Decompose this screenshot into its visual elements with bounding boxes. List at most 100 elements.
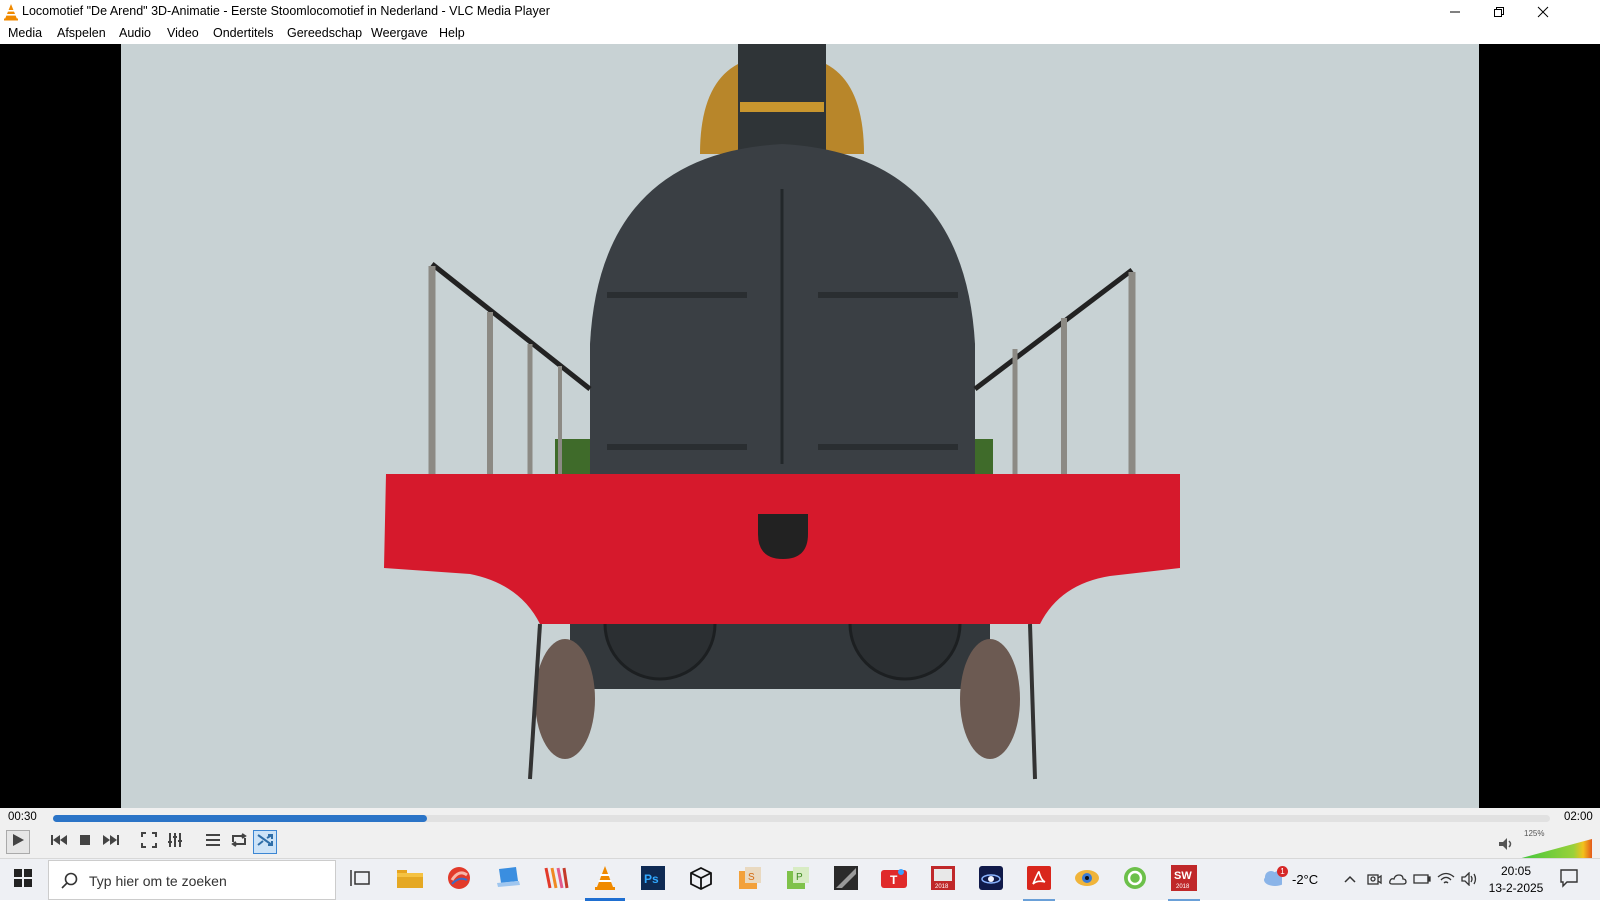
menu-audio[interactable]: Audio: [119, 26, 151, 40]
next-icon: [102, 833, 120, 851]
stop-button[interactable]: [73, 830, 97, 854]
eye-icon: [1074, 868, 1100, 893]
search-icon: [61, 872, 79, 895]
close-button[interactable]: [1520, 0, 1566, 24]
laptop-blue-icon: [496, 866, 520, 894]
menu-video[interactable]: Video: [167, 26, 199, 40]
clock-date: 13-2-2025: [1488, 881, 1544, 895]
playlist-icon: [205, 833, 221, 852]
svg-text:P: P: [796, 872, 803, 883]
taskbar-acrobat[interactable]: [1017, 863, 1061, 901]
menu-media[interactable]: Media: [8, 26, 42, 40]
taskbar-vlc[interactable]: [583, 863, 627, 901]
taskbar-search[interactable]: Typ hier om te zoeken: [48, 860, 336, 900]
svg-text:T: T: [890, 873, 898, 887]
menu-bar: Media Afspelen Audio Video Ondertitels G…: [0, 24, 1600, 44]
extended-settings-button[interactable]: [163, 830, 187, 854]
taskbar-app-colorful[interactable]: [534, 863, 578, 897]
taskbar-app-green[interactable]: P: [776, 863, 820, 897]
playback-controls: 125%: [0, 828, 1600, 859]
task-view-icon: [350, 869, 370, 892]
loop-button[interactable]: [227, 830, 251, 854]
mute-button[interactable]: [1494, 834, 1518, 858]
title-bar: Locomotief "De Arend" 3D-Animatie - Eers…: [0, 0, 1600, 24]
play-icon: [11, 833, 25, 852]
taskbar-app-red[interactable]: [437, 863, 481, 897]
solidworks-red-icon: 2018: [931, 865, 955, 895]
previous-icon: [50, 833, 68, 851]
tray-meet-icon[interactable]: [1364, 869, 1384, 889]
stop-icon: [79, 833, 91, 851]
taskbar-file-explorer[interactable]: [388, 863, 432, 897]
windows-logo-icon: [14, 868, 32, 892]
app-red-t-icon: T: [881, 866, 907, 895]
solidworks-icon: SW 2018: [1171, 864, 1197, 896]
notification-center-button[interactable]: [1556, 867, 1582, 893]
taskbar-photoshop[interactable]: Ps: [631, 863, 675, 897]
onedrive-icon[interactable]: [1388, 869, 1408, 889]
taskbar-app-orange[interactable]: S: [728, 863, 772, 897]
green-circle-icon: [1123, 866, 1147, 895]
taskbar-app-box[interactable]: [679, 863, 723, 897]
show-hidden-icons-button[interactable]: [1340, 869, 1360, 889]
taskbar-app-galaxy[interactable]: [969, 863, 1013, 897]
taskbar-app-green-circle[interactable]: [1113, 863, 1157, 897]
clock-time: 20:05: [1500, 864, 1532, 878]
fullscreen-icon: [141, 831, 157, 853]
volume-tray-icon[interactable]: [1460, 869, 1480, 889]
taskbar-app-red-t[interactable]: T: [872, 863, 916, 897]
taskbar-app-eye[interactable]: [1065, 863, 1109, 897]
taskbar-solidworks[interactable]: SW 2018: [1162, 863, 1206, 901]
chevron-up-icon: [1344, 870, 1356, 888]
volume-percent: 125%: [1524, 829, 1545, 838]
cube-icon: [689, 866, 713, 895]
wifi-icon[interactable]: [1436, 869, 1456, 889]
previous-button[interactable]: [47, 830, 71, 854]
vlc-cone-icon: [3, 3, 19, 21]
vlc-cone-icon: [594, 865, 616, 896]
shuffle-button[interactable]: [253, 830, 277, 854]
app-colorful-icon: [543, 866, 569, 895]
volume-slider[interactable]: [1518, 839, 1592, 859]
svg-text:S: S: [748, 872, 755, 883]
menu-ondertitels[interactable]: Ondertitels: [213, 26, 273, 40]
seek-row: 00:30 02:00: [0, 808, 1600, 828]
taskbar-app-laptop[interactable]: [486, 863, 530, 897]
notification-icon: [1559, 868, 1579, 893]
fullscreen-button[interactable]: [137, 830, 161, 854]
shuffle-icon: [257, 833, 273, 852]
app-red-icon: [447, 866, 471, 895]
elapsed-time: 00:30: [8, 811, 37, 823]
extended-settings-icon: [167, 832, 183, 853]
taskbar-app-dark[interactable]: [824, 863, 868, 897]
loop-icon: [230, 832, 248, 852]
video-area[interactable]: [0, 44, 1600, 808]
galaxy-icon: [979, 865, 1003, 895]
play-button[interactable]: [6, 830, 30, 854]
menu-help[interactable]: Help: [439, 26, 465, 40]
seek-bar[interactable]: [53, 815, 1550, 822]
menu-gereedschap[interactable]: Gereedschap: [287, 26, 362, 40]
app-orange-icon: S: [738, 866, 762, 895]
weather-badge: 1: [1277, 866, 1288, 877]
playlist-button[interactable]: [201, 830, 225, 854]
battery-icon[interactable]: [1412, 869, 1432, 889]
window-title: Locomotief "De Arend" 3D-Animatie - Eers…: [22, 4, 550, 18]
task-view-button[interactable]: [338, 863, 382, 897]
weather-temperature[interactable]: -2°C: [1292, 872, 1318, 887]
svg-text:2018: 2018: [935, 884, 949, 890]
next-button[interactable]: [99, 830, 123, 854]
restore-button[interactable]: [1476, 0, 1522, 24]
menu-afspelen[interactable]: Afspelen: [57, 26, 106, 40]
svg-text:SW: SW: [1174, 870, 1192, 882]
start-button[interactable]: [0, 859, 46, 901]
taskbar-solidworks-red[interactable]: 2018: [921, 863, 965, 897]
menu-weergave[interactable]: Weergave: [371, 26, 428, 40]
minimize-button[interactable]: [1432, 0, 1478, 24]
search-placeholder: Typ hier om te zoeken: [89, 873, 227, 889]
app-dark-icon: [834, 865, 858, 895]
photoshop-icon: Ps: [641, 865, 665, 895]
total-time: 02:00: [1564, 811, 1593, 823]
acrobat-icon: [1027, 865, 1051, 895]
taskbar-clock[interactable]: 20:05 13-2-2025: [1484, 863, 1548, 897]
